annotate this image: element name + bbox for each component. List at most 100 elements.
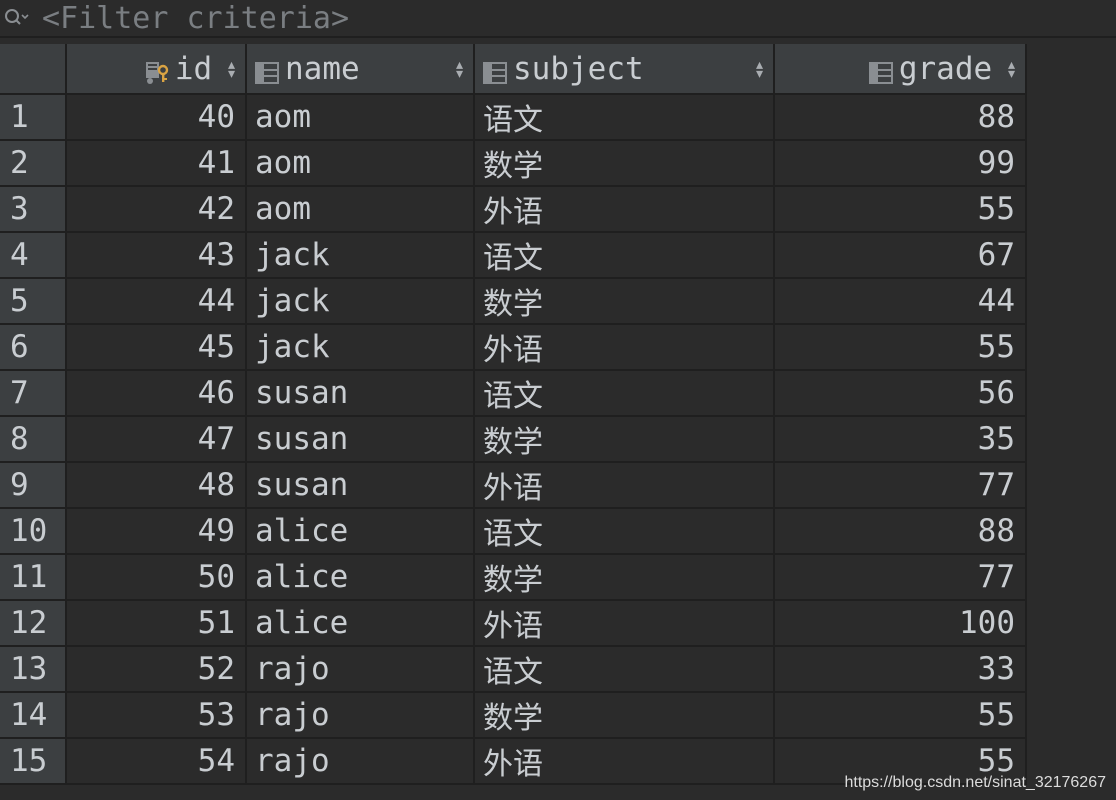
cell-id[interactable]: 49 xyxy=(66,508,247,555)
cell-subject[interactable]: 数学 xyxy=(474,416,775,463)
cell-name[interactable]: alice xyxy=(246,508,475,555)
cell-subject[interactable]: 数学 xyxy=(474,278,775,325)
cell-id[interactable]: 44 xyxy=(66,278,247,325)
table-row[interactable]: 2 41 aom 数学 99 xyxy=(0,140,1027,187)
cell-subject[interactable]: 外语 xyxy=(474,738,775,785)
cell-name[interactable]: susan xyxy=(246,416,475,463)
cell-grade[interactable]: 55 xyxy=(774,324,1027,371)
cell-id[interactable]: 51 xyxy=(66,600,247,647)
sort-toggle-icon[interactable]: ▴ ▾ xyxy=(226,55,237,82)
row-number[interactable]: 10 xyxy=(0,508,67,555)
cell-grade[interactable]: 56 xyxy=(774,370,1027,417)
row-number[interactable]: 5 xyxy=(0,278,67,325)
search-icon[interactable] xyxy=(0,3,34,33)
cell-id[interactable]: 46 xyxy=(66,370,247,417)
cell-name[interactable]: aom xyxy=(246,140,475,187)
row-number[interactable]: 11 xyxy=(0,554,67,601)
cell-grade[interactable]: 67 xyxy=(774,232,1027,279)
cell-grade[interactable]: 88 xyxy=(774,508,1027,555)
row-number[interactable]: 14 xyxy=(0,692,67,739)
row-number[interactable]: 13 xyxy=(0,646,67,693)
row-number[interactable]: 7 xyxy=(0,370,67,417)
row-number[interactable]: 6 xyxy=(0,324,67,371)
table-row[interactable]: 10 49 alice 语文 88 xyxy=(0,508,1027,555)
cell-id[interactable]: 47 xyxy=(66,416,247,463)
column-header-label: grade xyxy=(898,50,993,87)
cell-id[interactable]: 43 xyxy=(66,232,247,279)
cell-name[interactable]: alice xyxy=(246,554,475,601)
cell-grade[interactable]: 55 xyxy=(774,692,1027,739)
cell-name[interactable]: rajo xyxy=(246,738,475,785)
cell-subject[interactable]: 语文 xyxy=(474,508,775,555)
column-header-name[interactable]: name ▴ ▾ xyxy=(246,44,475,95)
row-number[interactable]: 15 xyxy=(0,738,67,785)
cell-subject[interactable]: 外语 xyxy=(474,186,775,233)
table-row[interactable]: 7 46 susan 语文 56 xyxy=(0,370,1027,417)
row-number[interactable]: 3 xyxy=(0,186,67,233)
cell-id[interactable]: 53 xyxy=(66,692,247,739)
cell-id[interactable]: 41 xyxy=(66,140,247,187)
cell-grade[interactable]: 77 xyxy=(774,554,1027,601)
row-number[interactable]: 8 xyxy=(0,416,67,463)
cell-subject[interactable]: 语文 xyxy=(474,646,775,693)
cell-name[interactable]: susan xyxy=(246,462,475,509)
cell-subject[interactable]: 数学 xyxy=(474,692,775,739)
cell-subject[interactable]: 数学 xyxy=(474,554,775,601)
cell-subject[interactable]: 数学 xyxy=(474,140,775,187)
cell-id[interactable]: 54 xyxy=(66,738,247,785)
table-row[interactable]: 14 53 rajo 数学 55 xyxy=(0,692,1027,739)
row-number[interactable]: 9 xyxy=(0,462,67,509)
sort-toggle-icon[interactable]: ▴ ▾ xyxy=(754,55,765,82)
cell-grade[interactable]: 77 xyxy=(774,462,1027,509)
cell-name[interactable]: rajo xyxy=(246,692,475,739)
filter-criteria-input[interactable] xyxy=(42,0,942,36)
cell-name[interactable]: jack xyxy=(246,232,475,279)
cell-id[interactable]: 42 xyxy=(66,186,247,233)
cell-subject[interactable]: 语文 xyxy=(474,370,775,417)
cell-name[interactable]: alice xyxy=(246,600,475,647)
row-number[interactable]: 12 xyxy=(0,600,67,647)
table-row[interactable]: 3 42 aom 外语 55 xyxy=(0,186,1027,233)
cell-grade[interactable]: 33 xyxy=(774,646,1027,693)
cell-grade[interactable]: 99 xyxy=(774,140,1027,187)
row-number[interactable]: 4 xyxy=(0,232,67,279)
cell-name[interactable]: aom xyxy=(246,94,475,141)
table-row[interactable]: 9 48 susan 外语 77 xyxy=(0,462,1027,509)
table-row[interactable]: 12 51 alice 外语 100 xyxy=(0,600,1027,647)
cell-grade[interactable]: 55 xyxy=(774,186,1027,233)
table-row[interactable]: 8 47 susan 数学 35 xyxy=(0,416,1027,463)
cell-subject[interactable]: 语文 xyxy=(474,232,775,279)
cell-id[interactable]: 40 xyxy=(66,94,247,141)
cell-subject[interactable]: 外语 xyxy=(474,462,775,509)
watermark: https://blog.csdn.net/sinat_32176267 xyxy=(844,774,1106,791)
cell-name[interactable]: rajo xyxy=(246,646,475,693)
column-header-id[interactable]: id ▴ ▾ xyxy=(66,44,247,95)
cell-grade[interactable]: 88 xyxy=(774,94,1027,141)
cell-id[interactable]: 45 xyxy=(66,324,247,371)
cell-subject[interactable]: 外语 xyxy=(474,600,775,647)
cell-name[interactable]: jack xyxy=(246,278,475,325)
cell-name[interactable]: susan xyxy=(246,370,475,417)
cell-subject[interactable]: 语文 xyxy=(474,94,775,141)
table-row[interactable]: 13 52 rajo 语文 33 xyxy=(0,646,1027,693)
column-header-grade[interactable]: grade ▴ ▾ xyxy=(774,44,1027,95)
row-number[interactable]: 1 xyxy=(0,94,67,141)
cell-grade[interactable]: 100 xyxy=(774,600,1027,647)
sort-toggle-icon[interactable]: ▴ ▾ xyxy=(1006,55,1017,82)
table-row[interactable]: 6 45 jack 外语 55 xyxy=(0,324,1027,371)
table-row[interactable]: 11 50 alice 数学 77 xyxy=(0,554,1027,601)
cell-id[interactable]: 50 xyxy=(66,554,247,601)
cell-id[interactable]: 52 xyxy=(66,646,247,693)
table-row[interactable]: 5 44 jack 数学 44 xyxy=(0,278,1027,325)
cell-grade[interactable]: 35 xyxy=(774,416,1027,463)
cell-name[interactable]: aom xyxy=(246,186,475,233)
table-row[interactable]: 1 40 aom 语文 88 xyxy=(0,94,1027,141)
cell-subject[interactable]: 外语 xyxy=(474,324,775,371)
table-row[interactable]: 4 43 jack 语文 67 xyxy=(0,232,1027,279)
row-number[interactable]: 2 xyxy=(0,140,67,187)
cell-name[interactable]: jack xyxy=(246,324,475,371)
cell-id[interactable]: 48 xyxy=(66,462,247,509)
column-header-subject[interactable]: subject ▴ ▾ xyxy=(474,44,775,95)
sort-toggle-icon[interactable]: ▴ ▾ xyxy=(454,55,465,82)
cell-grade[interactable]: 44 xyxy=(774,278,1027,325)
